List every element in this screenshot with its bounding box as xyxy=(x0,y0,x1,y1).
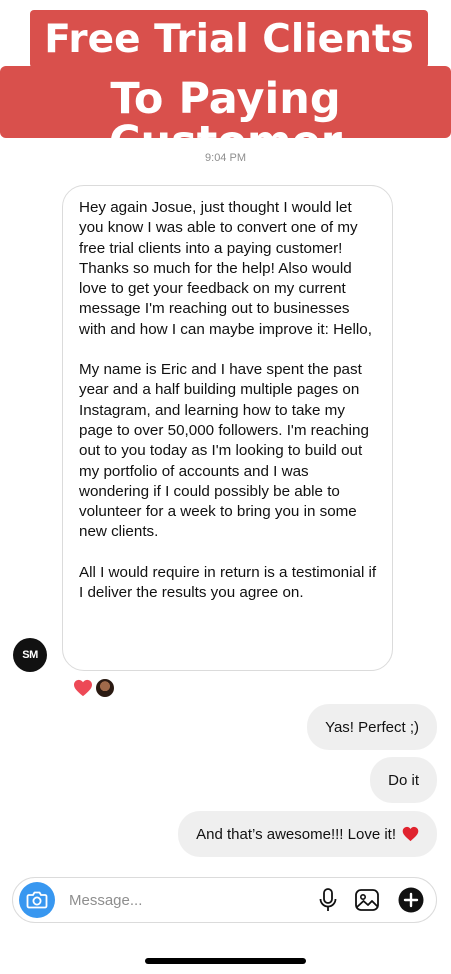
outgoing-message-bubble[interactable]: And that’s awesome!!! Love it! xyxy=(178,811,437,857)
message-paragraph: My name is Eric and I have spent the pas… xyxy=(79,361,369,541)
sender-initials: SM xyxy=(22,649,38,661)
incoming-message-bubble[interactable]: Hey again Josue, just thought I would le… xyxy=(62,185,393,671)
camera-icon xyxy=(26,891,48,909)
camera-button[interactable] xyxy=(19,882,55,918)
heart-icon xyxy=(74,679,92,697)
banner-title-line-1: Free Trial Clients xyxy=(30,10,428,68)
home-indicator xyxy=(145,958,306,964)
banner-title-line-2: To Paying Customer xyxy=(0,66,451,164)
message-text: Do it xyxy=(388,771,419,789)
message-text: Yas! Perfect ;) xyxy=(325,718,419,736)
message-composer xyxy=(12,877,437,923)
reactor-avatar xyxy=(95,678,115,698)
outgoing-message-bubble[interactable]: Do it xyxy=(370,757,437,803)
microphone-icon[interactable] xyxy=(315,887,341,913)
plus-icon[interactable] xyxy=(398,887,424,913)
message-paragraph: Hey again Josue, just thought I would le… xyxy=(79,199,372,338)
outgoing-message-bubble[interactable]: Yas! Perfect ;) xyxy=(307,704,437,750)
message-reactions[interactable] xyxy=(73,678,115,698)
message-paragraph: All I would require in return is a testi… xyxy=(79,563,377,602)
heart-icon xyxy=(402,826,419,842)
sender-avatar[interactable]: SM xyxy=(13,638,47,672)
message-input[interactable] xyxy=(69,889,289,911)
message-timestamp: 9:04 PM xyxy=(205,152,246,164)
message-text: And that’s awesome!!! Love it! xyxy=(196,825,396,843)
gallery-icon[interactable] xyxy=(354,887,380,913)
